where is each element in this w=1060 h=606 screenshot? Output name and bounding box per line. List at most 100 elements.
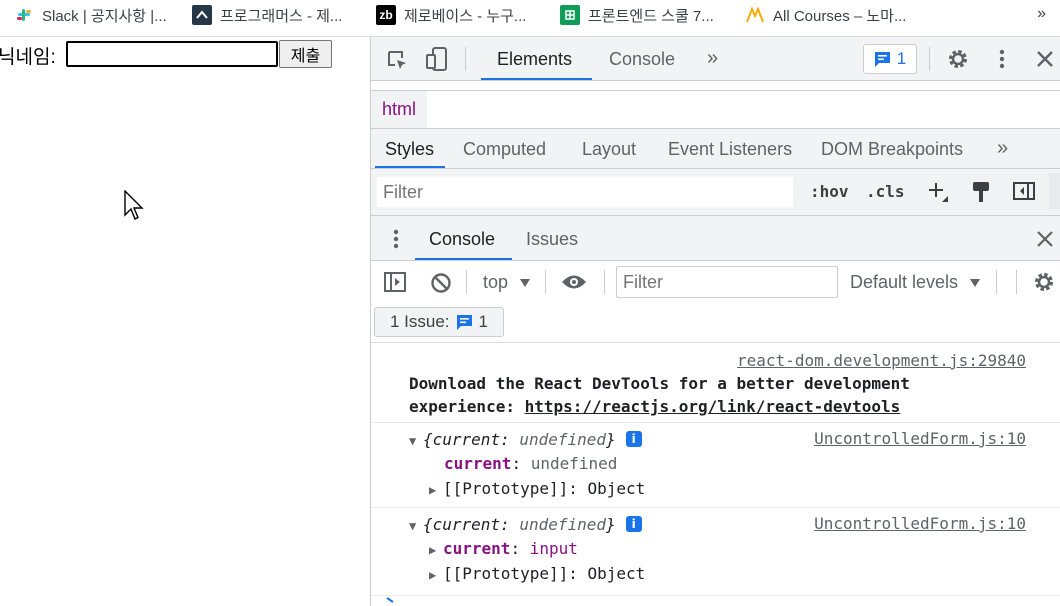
summary-value: undefined: [519, 430, 607, 449]
tab-dom-breakpoints[interactable]: DOM Breakpoints: [821, 139, 963, 160]
tab-elements[interactable]: Elements: [497, 49, 572, 70]
property-value: undefined: [530, 454, 618, 473]
property-key: current: [444, 454, 512, 473]
inspect-element-icon[interactable]: [385, 48, 409, 72]
drawer-menu-icon[interactable]: [391, 227, 401, 251]
programmers-icon: [192, 5, 212, 25]
expand-triangle-icon: ▼: [409, 434, 417, 448]
console-filter-input[interactable]: [616, 266, 838, 298]
property-key: current: [443, 539, 511, 558]
collapse-triangle-icon: ▶: [429, 543, 437, 557]
toolbar-separator: [465, 47, 466, 71]
prototype-row[interactable]: ▶ [[Prototype]]: Object: [429, 479, 645, 498]
message-prefix: experience:: [409, 397, 525, 416]
prototype-row[interactable]: ▶ [[Prototype]]: Object: [429, 564, 645, 583]
toggle-sidebar-icon[interactable]: [1012, 181, 1036, 201]
tab-layout[interactable]: Layout: [582, 139, 636, 160]
breadcrumb-html[interactable]: html: [371, 91, 428, 128]
bookmark-label: All Courses – 노마...: [773, 7, 907, 25]
eye-icon[interactable]: [561, 272, 587, 292]
zerobase-glyph: zb: [379, 8, 393, 22]
summary-value: undefined: [519, 515, 607, 534]
zerobase-icon: zb: [376, 5, 396, 25]
active-tab-indicator: [481, 78, 592, 80]
issues-badge[interactable]: 1: [863, 44, 917, 74]
message-text: Download the React DevTools for a better…: [409, 374, 910, 393]
object-property[interactable]: ▶ current: input: [429, 539, 578, 558]
drawer-tabs: Console Issues: [371, 215, 1060, 261]
device-toolbar-icon[interactable]: [425, 46, 449, 72]
context-selector[interactable]: top: [483, 272, 531, 293]
page-viewport: 닉네임: 제출: [0, 37, 370, 606]
devtools-link[interactable]: https://reactjs.org/link/react-devtools: [525, 397, 901, 416]
bookmark-slack[interactable]: Slack | 공지사항 |...: [14, 0, 167, 30]
issues-row: 1 Issue: 1: [371, 303, 1060, 343]
paint-roller-icon[interactable]: [971, 180, 991, 204]
more-tabs-button[interactable]: »: [707, 47, 718, 70]
message-source-link[interactable]: UncontrolledForm.js:10: [814, 429, 1026, 448]
info-icon[interactable]: i: [625, 431, 642, 447]
drawer-tab-issues[interactable]: Issues: [526, 229, 578, 250]
bookmarks-bar: Slack | 공지사항 |... 프로그래머스 - 제... zb 제로베이스…: [0, 0, 1060, 37]
console-message: UncontrolledForm.js:10 ▼ {current: undefi…: [371, 423, 1060, 508]
toolbar-separator: [996, 270, 997, 294]
active-tab-indicator: [375, 166, 445, 168]
tab-console[interactable]: Console: [609, 49, 675, 70]
tab-event-listeners[interactable]: Event Listeners: [668, 139, 792, 160]
issues-chip[interactable]: 1 Issue: 1: [374, 307, 504, 337]
message-source-link[interactable]: react-dom.development.js:29840: [737, 351, 1026, 370]
bookmark-label: 프론트엔드 스쿨 7...: [588, 7, 714, 25]
breadcrumb: html: [371, 91, 1060, 129]
log-levels-dropdown[interactable]: Default levels: [850, 272, 981, 293]
property-value: input: [529, 539, 578, 558]
message-icon: [456, 314, 472, 330]
bookmark-label: 프로그래머스 - 제...: [220, 7, 343, 25]
bookmark-nomad[interactable]: All Courses – 노마...: [745, 0, 906, 30]
prototype-value: Object: [587, 479, 646, 498]
more-tabs-button[interactable]: »: [997, 137, 1008, 160]
tab-styles[interactable]: Styles: [385, 139, 434, 160]
summary-key: current: [432, 515, 501, 534]
sidebar-toggle-icon[interactable]: [383, 271, 407, 293]
bookmark-programmers[interactable]: 프로그래머스 - 제...: [192, 0, 342, 30]
nomad-icon: [745, 5, 765, 25]
chevron-down-icon: [970, 279, 981, 287]
toolbar-separator: [545, 270, 546, 294]
info-icon[interactable]: i: [625, 516, 642, 532]
prototype-value: Object: [587, 564, 646, 583]
drawer-tab-console[interactable]: Console: [429, 229, 495, 250]
toolbar-separator: [466, 270, 467, 294]
close-icon[interactable]: [1035, 49, 1055, 69]
message-source-link[interactable]: UncontrolledForm.js:10: [814, 514, 1026, 533]
message-text-line2: experience: https://reactjs.org/link/rea…: [409, 397, 900, 416]
bookmarks-more-button[interactable]: »: [1037, 5, 1046, 23]
bookmark-frontend-school[interactable]: 프론트엔드 스쿨 7...: [560, 0, 714, 30]
bookmark-zerobase[interactable]: zb 제로베이스 - 누구...: [376, 0, 526, 30]
nickname-input[interactable]: [66, 41, 278, 67]
new-style-rule-icon[interactable]: [927, 181, 949, 203]
console-message: UncontrolledForm.js:10 ▼ {current: undefi…: [371, 508, 1060, 596]
summary-key: current: [432, 430, 501, 449]
close-drawer-icon[interactable]: [1036, 230, 1054, 248]
mouse-cursor-icon: [124, 190, 144, 220]
console-message: react-dom.development.js:29840 Download …: [371, 343, 1060, 423]
kebab-menu-icon[interactable]: [995, 47, 1009, 71]
hov-toggle[interactable]: :hov: [810, 182, 849, 201]
styles-filter-row: :hov .cls: [371, 169, 1060, 215]
scrollbar[interactable]: [1049, 173, 1060, 209]
styles-filter-input[interactable]: [377, 177, 793, 207]
console-settings-gear-icon[interactable]: [1032, 270, 1056, 294]
bookmark-label: Slack | 공지사항 |...: [42, 7, 167, 25]
submit-button[interactable]: 제출: [279, 40, 332, 68]
gear-icon[interactable]: [946, 47, 970, 71]
collapse-triangle-icon: ▶: [429, 483, 437, 497]
object-summary[interactable]: ▼ {current: undefined} i: [409, 515, 642, 534]
devtools-toolbar: Elements Console » 1: [371, 37, 1060, 81]
issues-chip-count: 1: [478, 312, 488, 331]
clear-console-icon[interactable]: [430, 272, 452, 294]
object-summary[interactable]: ▼ {current: undefined} i: [409, 430, 642, 449]
toolbar-separator: [1016, 270, 1017, 294]
tab-computed[interactable]: Computed: [463, 139, 546, 160]
cls-toggle[interactable]: .cls: [866, 182, 905, 201]
active-tab-indicator: [415, 258, 512, 260]
